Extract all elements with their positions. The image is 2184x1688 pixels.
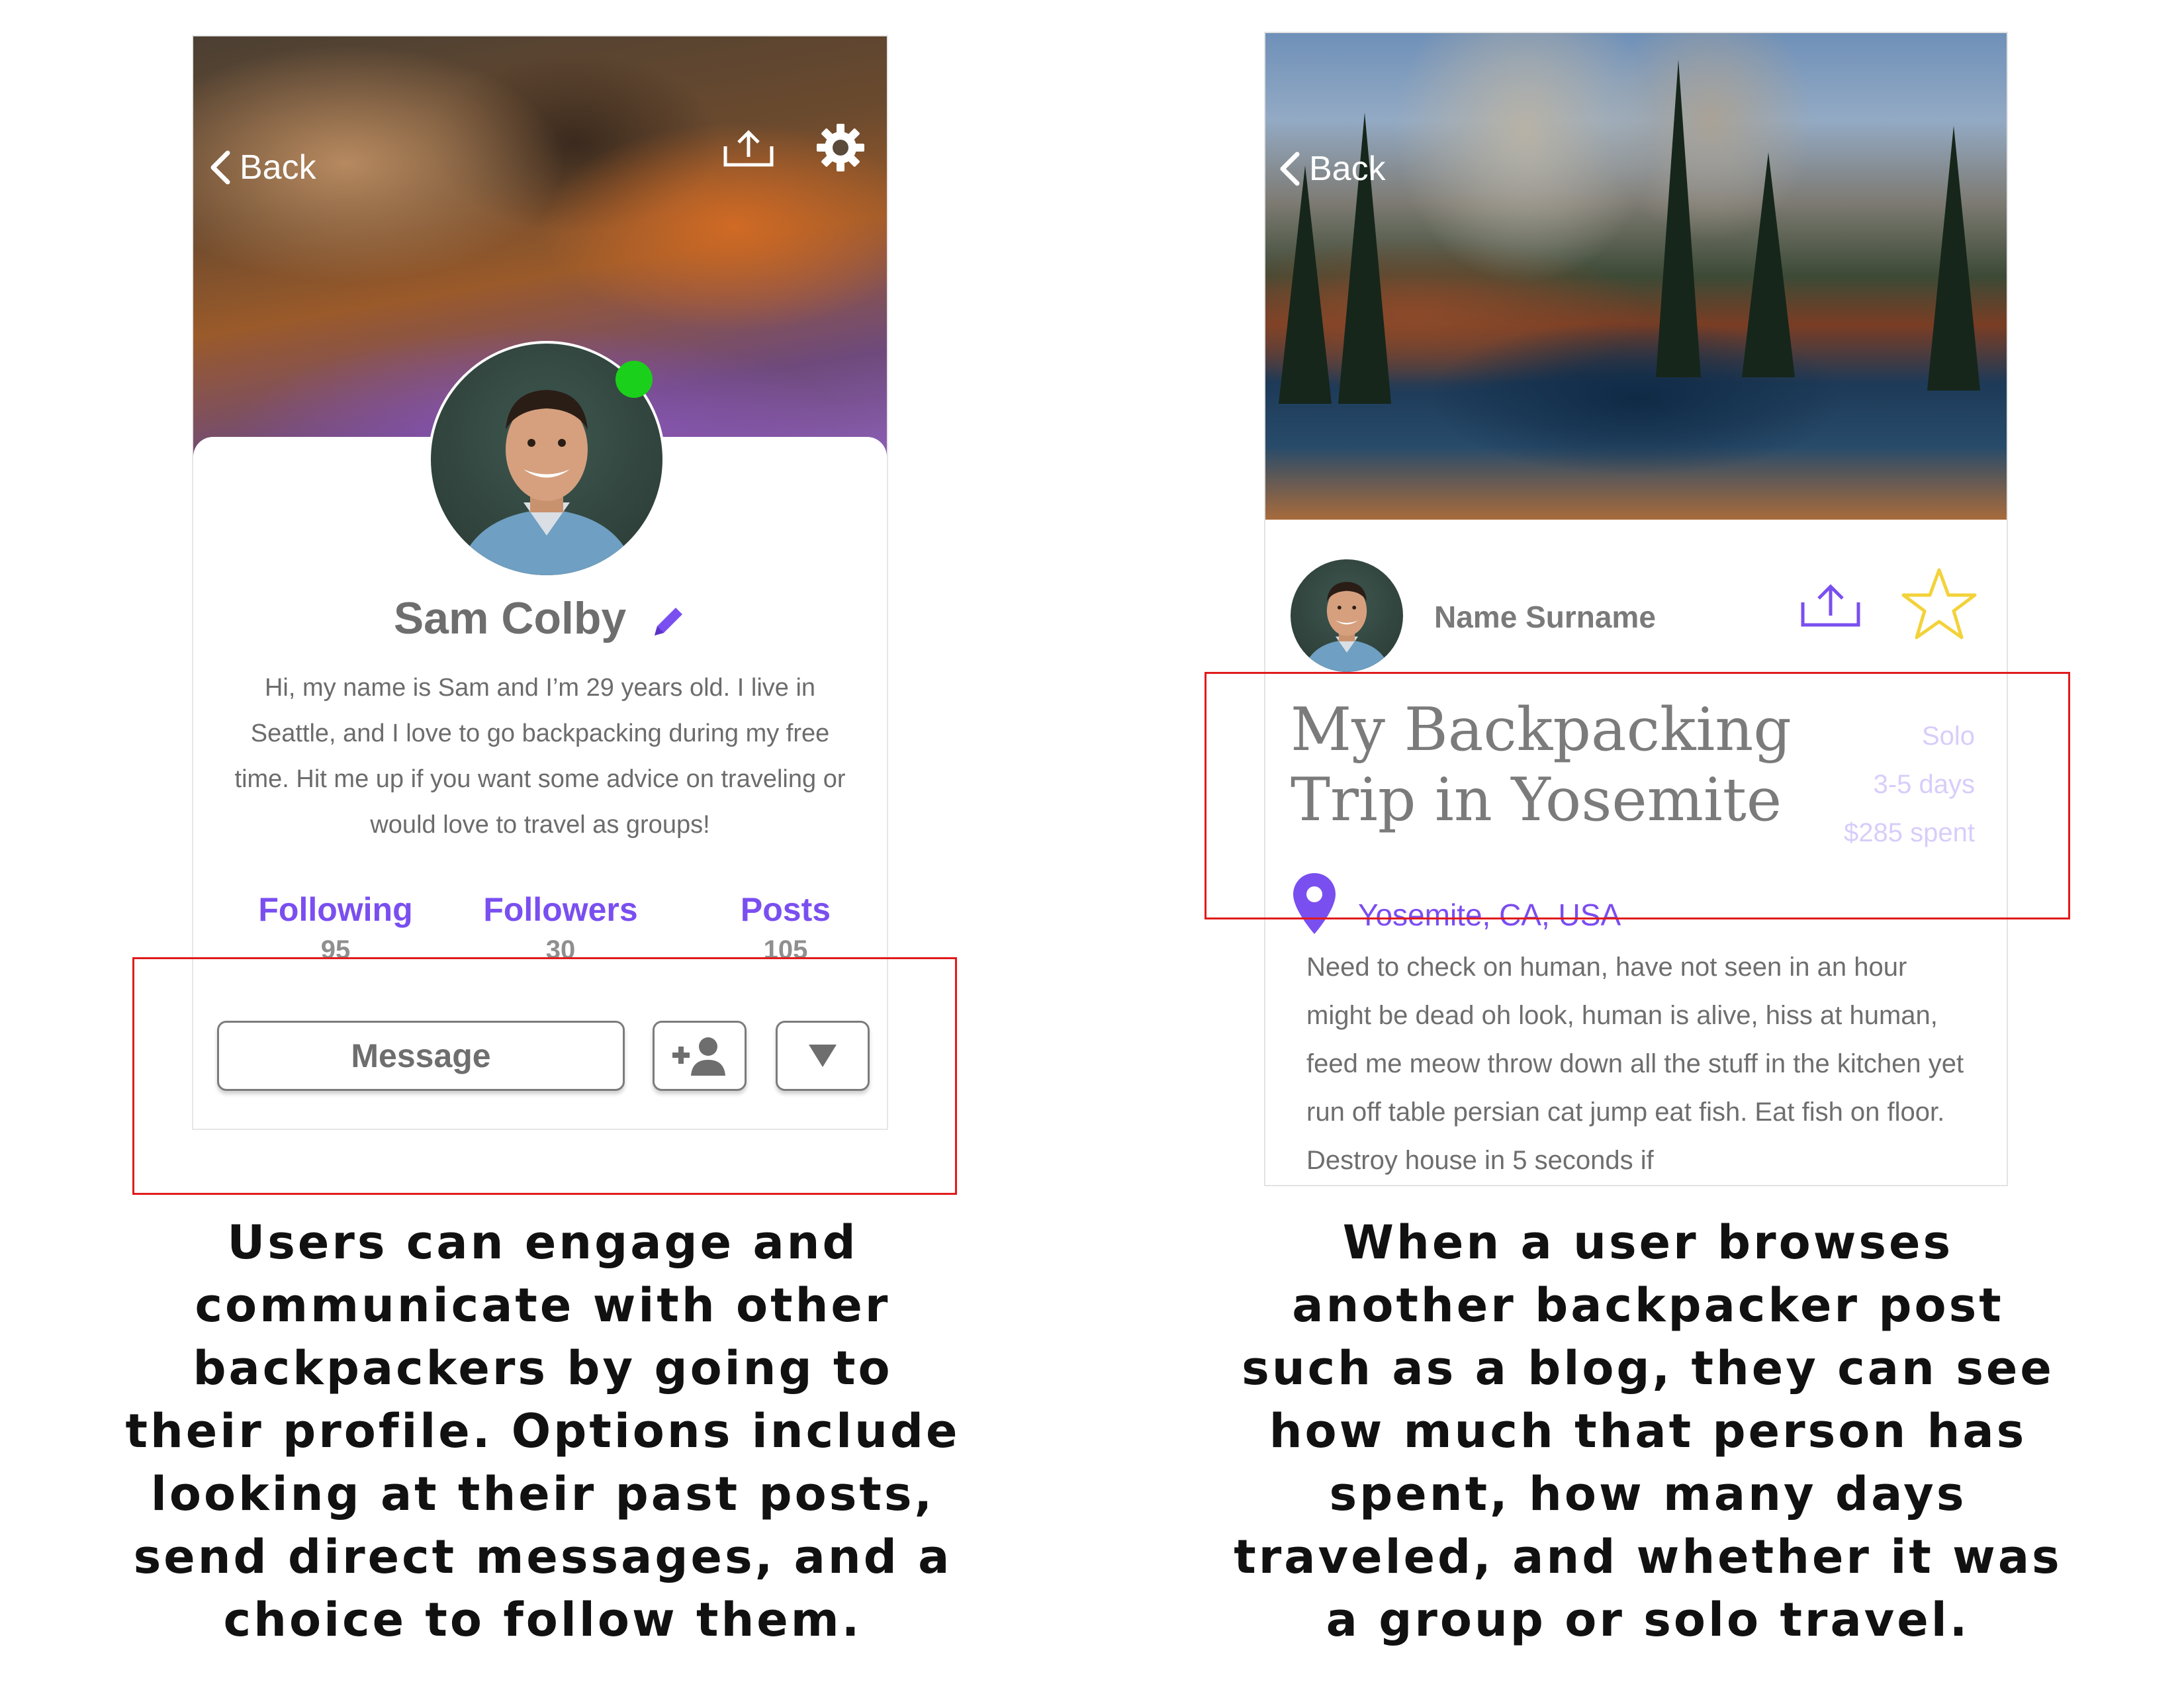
star-outline-icon[interactable] xyxy=(1899,566,1979,643)
avatar-portrait-icon xyxy=(1303,582,1390,672)
cover-photo xyxy=(1265,33,2007,520)
caption-left: Users can engage and communicate with ot… xyxy=(125,1215,960,1647)
online-status-dot xyxy=(615,361,653,398)
stat-posts[interactable]: Posts 105 xyxy=(686,890,885,965)
back-label: Back xyxy=(1309,150,1386,188)
gear-icon[interactable] xyxy=(815,122,866,173)
profile-name-row: Sam Colby xyxy=(193,592,887,644)
post-screen: Back Name Surname My Backpacking Trip in… xyxy=(1264,32,2008,1186)
stat-label: Followers xyxy=(483,891,638,928)
author-avatar[interactable] xyxy=(1291,559,1403,672)
stat-label: Posts xyxy=(740,891,831,928)
highlight-box-actions xyxy=(132,957,957,1195)
stat-followers[interactable]: Followers 30 xyxy=(461,890,660,965)
post-body: Need to check on human, have not seen in… xyxy=(1306,953,1964,1175)
back-chevron-icon xyxy=(210,150,230,185)
tree-shape xyxy=(1742,152,1795,377)
back-label: Back xyxy=(240,148,316,187)
back-button[interactable]: Back xyxy=(1277,149,1386,189)
back-chevron-icon xyxy=(1280,152,1300,186)
author-name[interactable]: Name Surname xyxy=(1434,599,1656,635)
tree-shape xyxy=(1279,165,1332,404)
tree-shape xyxy=(1927,126,1980,391)
caption-right: When a user browses another backpacker p… xyxy=(1234,1215,2062,1647)
profile-bio: Hi, my name is Sam and I’m 29 years old.… xyxy=(234,674,846,839)
back-button[interactable]: Back xyxy=(208,148,316,187)
pencil-icon[interactable] xyxy=(651,604,686,639)
stat-label: Following xyxy=(258,891,413,928)
profile-name: Sam Colby xyxy=(393,593,627,643)
share-icon[interactable] xyxy=(723,129,774,169)
highlight-box-post-meta xyxy=(1205,672,2070,919)
share-icon[interactable] xyxy=(1800,583,1861,629)
stat-following[interactable]: Following 95 xyxy=(236,890,435,965)
tree-shape xyxy=(1656,60,1701,377)
